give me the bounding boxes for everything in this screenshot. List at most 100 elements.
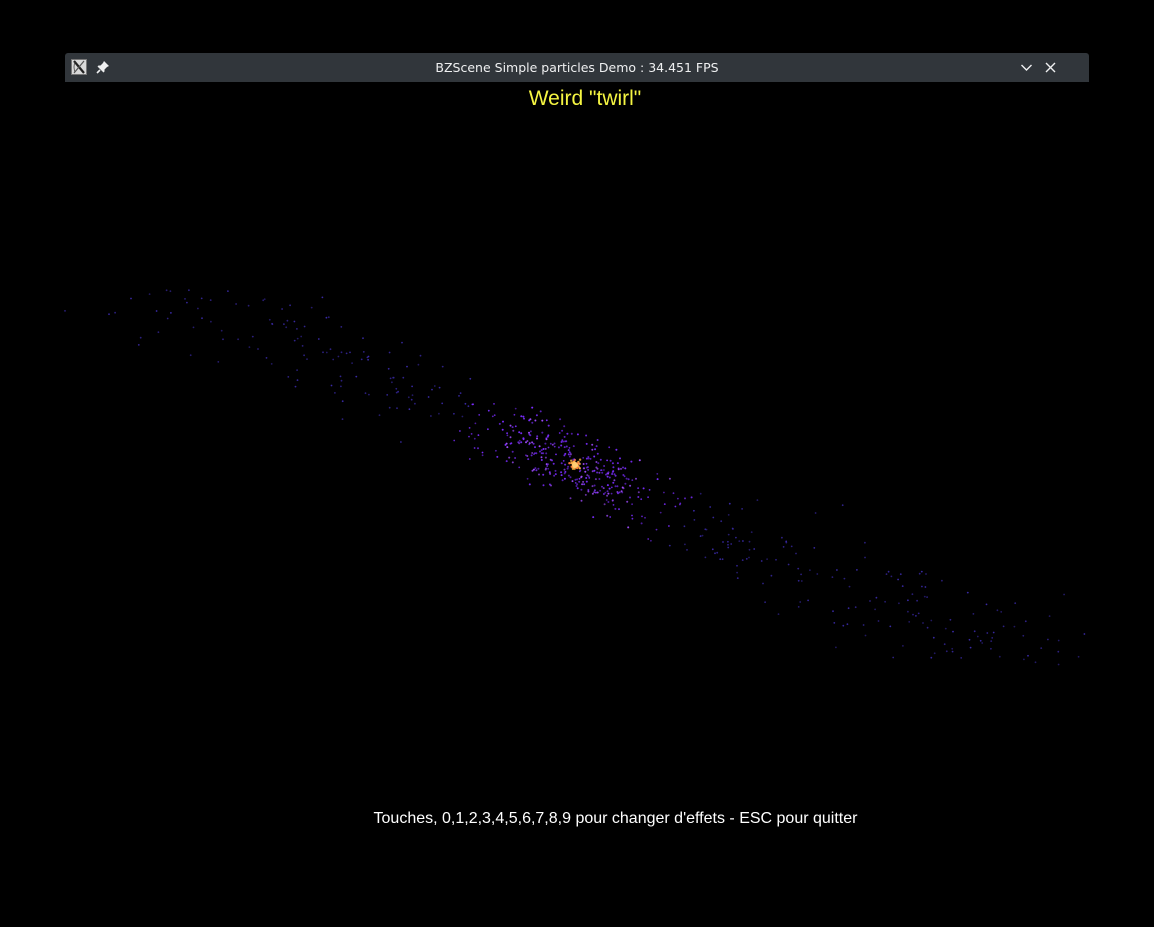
particle xyxy=(629,496,631,499)
particle xyxy=(392,376,395,379)
particle xyxy=(478,414,481,416)
particle xyxy=(601,485,603,488)
particle xyxy=(289,304,291,307)
particle xyxy=(650,539,652,542)
particle xyxy=(800,580,803,582)
particle xyxy=(924,586,927,588)
particle xyxy=(1027,654,1029,657)
particle xyxy=(339,375,342,378)
particle xyxy=(897,578,899,581)
particle xyxy=(560,474,563,477)
particle xyxy=(538,445,541,448)
particle xyxy=(787,563,790,566)
particle xyxy=(536,435,539,438)
particle xyxy=(587,456,590,458)
particle xyxy=(493,414,496,417)
particle xyxy=(620,467,622,470)
particle xyxy=(248,346,251,348)
particle xyxy=(468,427,471,429)
particle xyxy=(766,558,768,560)
particle xyxy=(727,546,730,549)
particle xyxy=(574,482,577,484)
particle xyxy=(562,460,565,462)
particle xyxy=(800,573,802,576)
particle xyxy=(586,474,589,477)
particle xyxy=(582,457,585,459)
particle xyxy=(622,466,624,469)
particle xyxy=(554,469,557,472)
particle xyxy=(608,476,611,479)
particle xyxy=(473,437,476,440)
particle xyxy=(362,337,364,340)
particle xyxy=(898,602,900,605)
particle xyxy=(701,534,704,537)
particle xyxy=(777,613,780,615)
particle xyxy=(568,451,571,453)
particle xyxy=(736,571,738,574)
particle xyxy=(362,351,365,353)
particle xyxy=(1057,663,1060,666)
particle xyxy=(762,582,764,585)
particle xyxy=(756,499,759,501)
particle xyxy=(553,474,556,477)
particle xyxy=(635,477,637,480)
particle xyxy=(593,455,596,458)
particle xyxy=(578,480,581,483)
particle xyxy=(640,522,643,525)
particle xyxy=(616,462,619,465)
particle xyxy=(856,569,858,571)
particle xyxy=(610,486,613,489)
particle xyxy=(711,548,714,551)
particle xyxy=(606,494,609,497)
particle xyxy=(608,487,611,490)
particle xyxy=(546,435,549,438)
particle xyxy=(568,447,571,449)
particle xyxy=(537,467,540,470)
particle xyxy=(578,458,582,461)
particle xyxy=(589,458,592,460)
particle xyxy=(843,577,846,580)
particle xyxy=(596,452,599,455)
particle xyxy=(745,558,748,560)
particle xyxy=(554,473,557,476)
particle xyxy=(642,487,645,490)
particle xyxy=(832,610,834,613)
particle xyxy=(604,491,607,494)
particle xyxy=(535,469,538,472)
particle xyxy=(1002,625,1005,628)
particle xyxy=(387,367,390,370)
particle xyxy=(296,328,298,330)
particle xyxy=(563,472,566,475)
particle xyxy=(351,362,353,364)
particle xyxy=(441,402,444,405)
particle xyxy=(534,446,536,449)
particle xyxy=(637,496,640,498)
particle xyxy=(222,338,224,341)
particle xyxy=(552,462,555,465)
particle xyxy=(920,570,923,573)
particle xyxy=(902,645,904,647)
particle-field xyxy=(64,289,1086,666)
particle xyxy=(785,540,788,543)
particle xyxy=(732,528,734,530)
particle xyxy=(602,493,605,495)
particle xyxy=(525,441,527,444)
particle xyxy=(459,392,462,394)
particle xyxy=(979,639,982,642)
particle xyxy=(690,496,693,499)
particle xyxy=(912,613,914,616)
particle xyxy=(594,491,597,494)
particle xyxy=(874,608,876,611)
particle xyxy=(668,525,670,527)
particle xyxy=(441,365,444,368)
help-text: Touches, 0,1,2,3,4,5,6,7,8,9 pour change… xyxy=(373,810,858,827)
particle xyxy=(719,558,722,561)
particle xyxy=(540,452,543,455)
particle xyxy=(511,461,514,464)
particle xyxy=(1040,647,1043,649)
particle xyxy=(491,415,494,418)
particle xyxy=(709,506,712,508)
particle xyxy=(617,468,620,471)
particle xyxy=(325,316,328,319)
particle xyxy=(637,487,639,489)
